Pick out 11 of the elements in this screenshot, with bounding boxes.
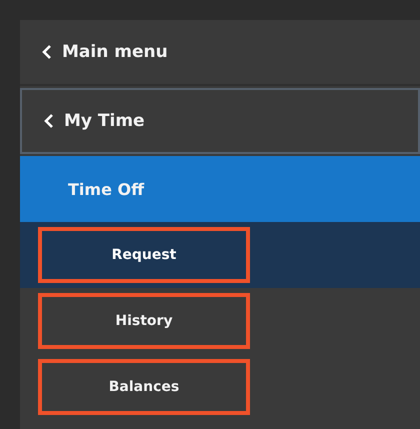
chevron-left-icon [44, 114, 54, 128]
menu-item[interactable]: History [20, 288, 420, 354]
menu-label: Request [112, 247, 176, 263]
menu-section[interactable]: Time Off [20, 156, 420, 222]
menu-item[interactable]: Balances [20, 354, 420, 420]
chevron-left-icon [42, 45, 52, 59]
menu-label: History [115, 313, 173, 329]
menu-item[interactable]: Request [20, 222, 420, 288]
back-link[interactable]: Main menu [20, 20, 420, 86]
menu-label: Balances [108, 379, 180, 395]
back-link[interactable]: My Time [20, 88, 420, 154]
